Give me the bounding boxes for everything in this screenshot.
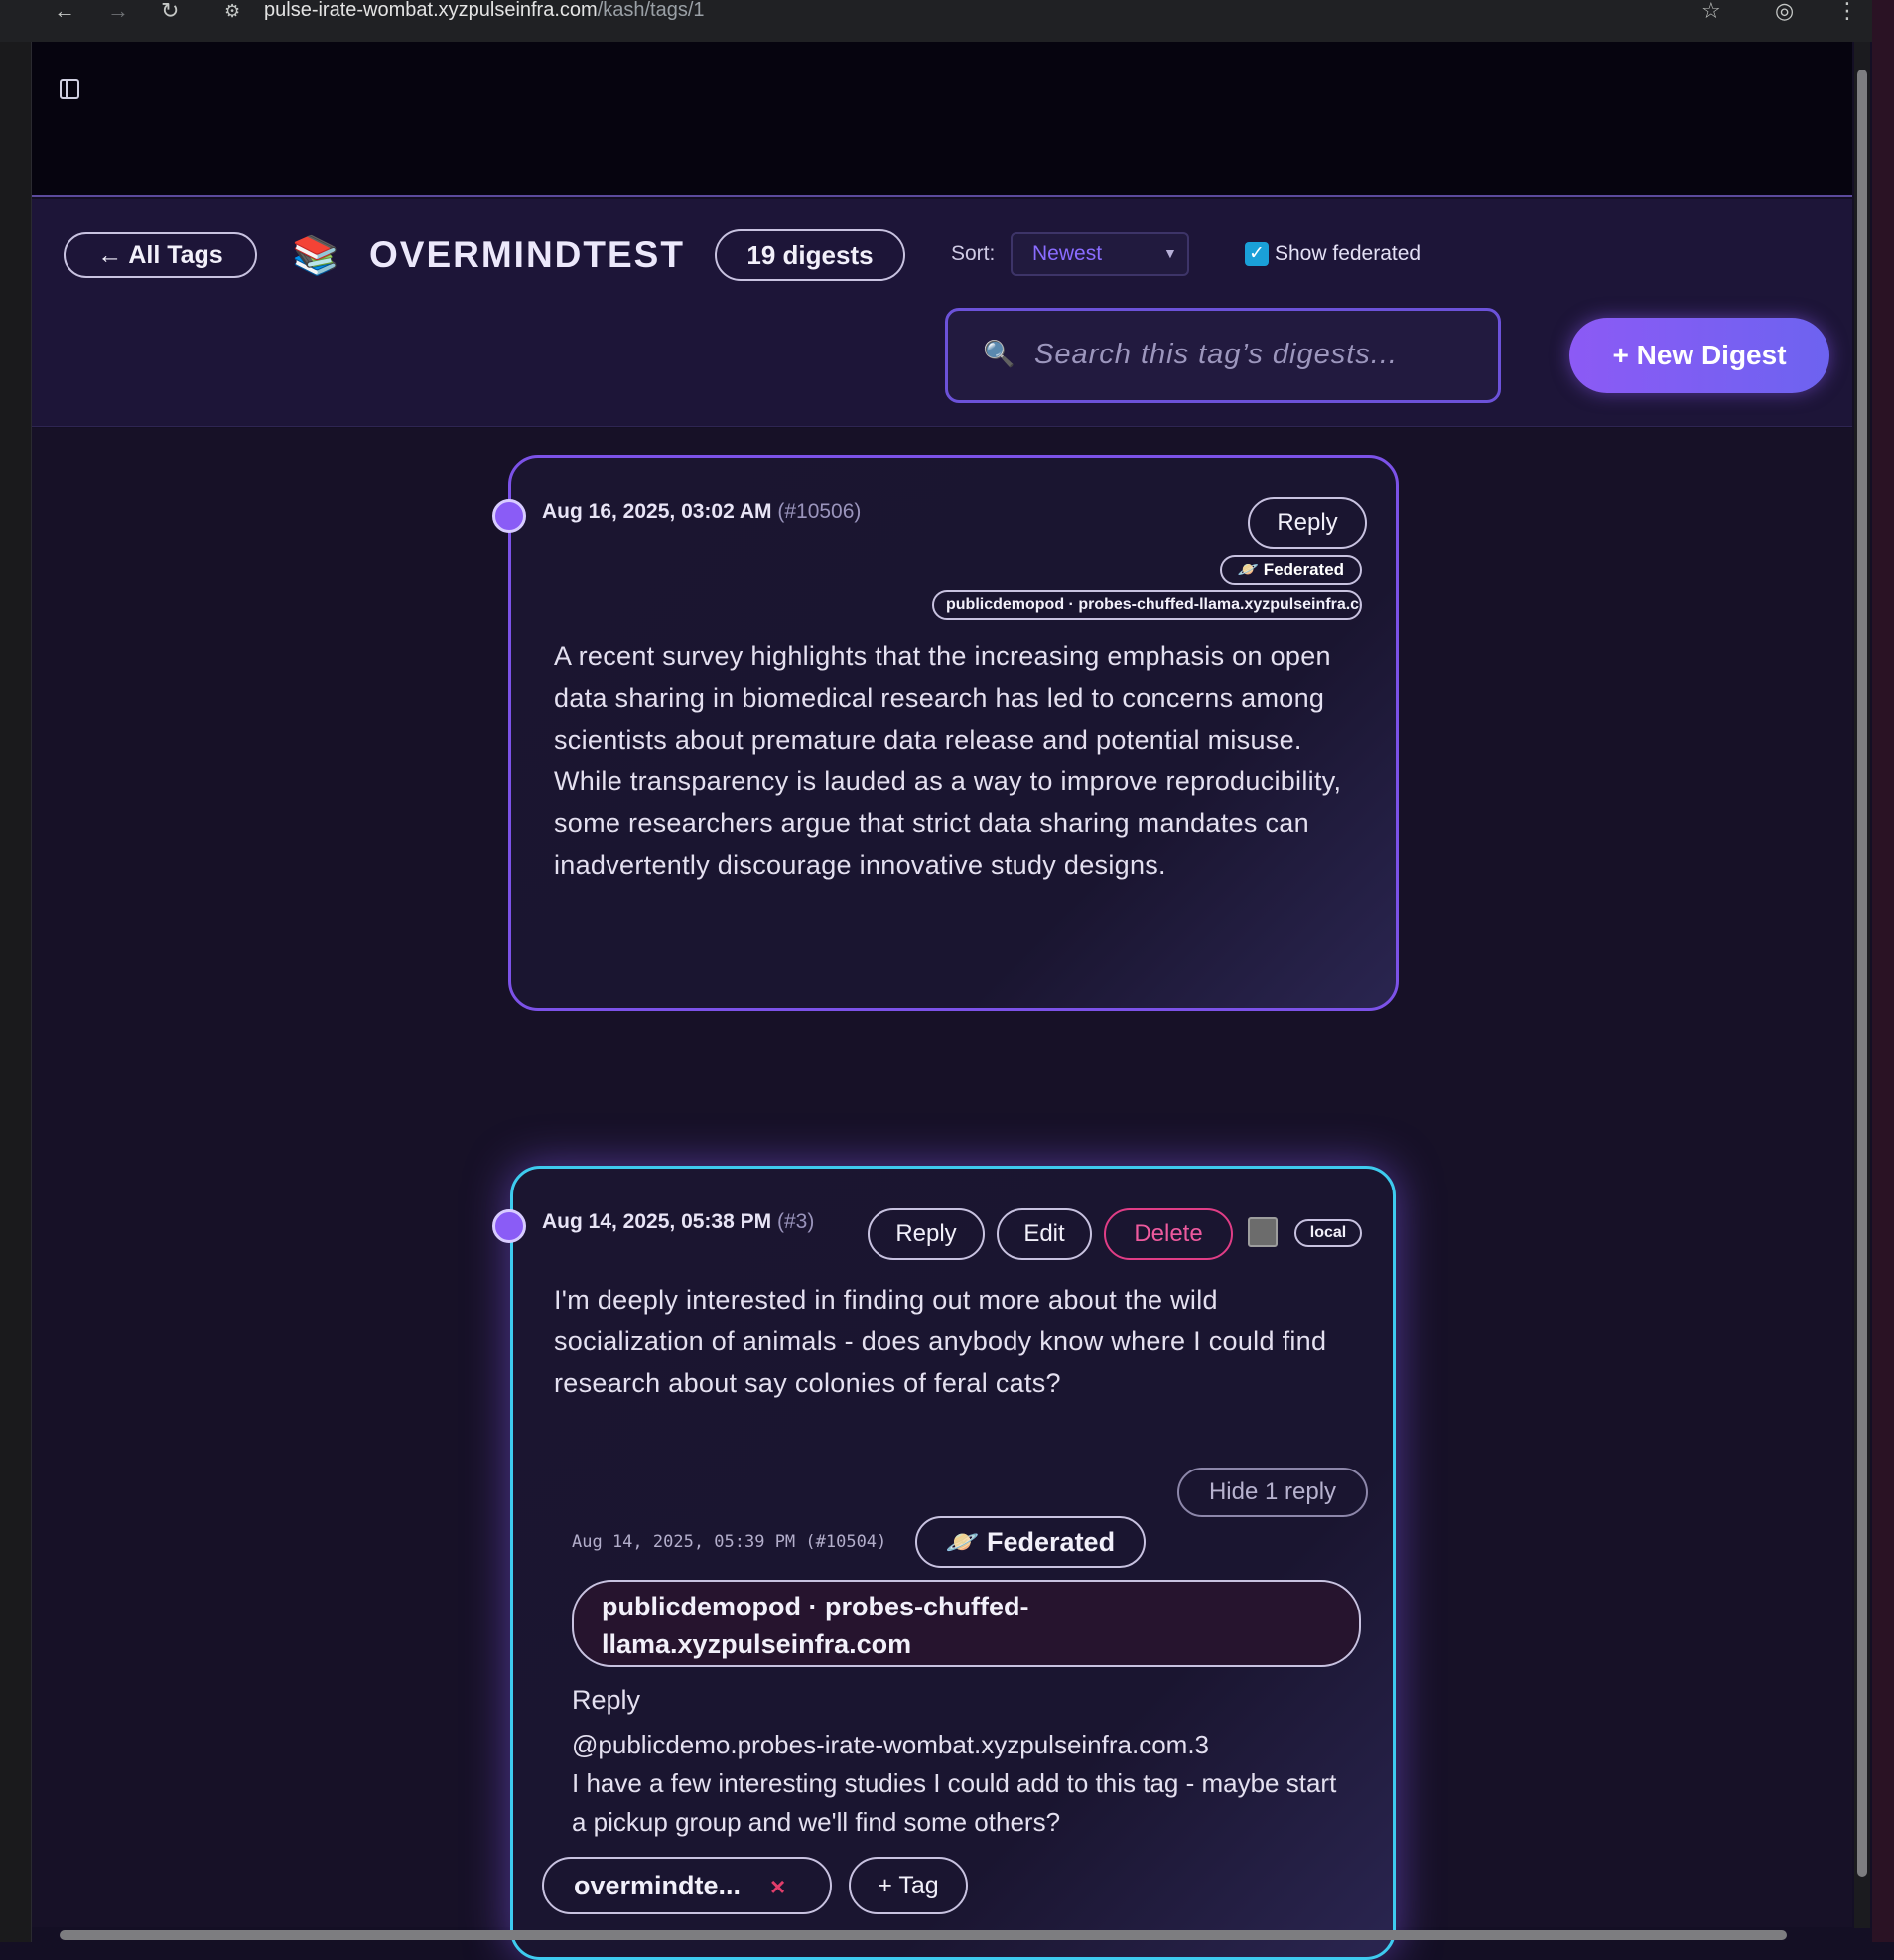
forward-arrow-icon[interactable]: → [107,0,129,22]
digest-id: (#3) [776,1210,815,1233]
add-tag-button[interactable]: + Tag [849,1857,968,1914]
reply-label: Reply [572,1685,641,1715]
sort-select[interactable]: Newest [1011,232,1189,276]
edit-button[interactable]: Edit [997,1208,1092,1260]
hide-replies-button[interactable]: Hide 1 reply [1177,1468,1368,1517]
vertical-scrollbar-thumb[interactable] [1857,70,1867,1877]
show-federated-checkbox[interactable]: ✓ [1245,242,1269,266]
new-digest-button[interactable]: + New Digest [1569,318,1829,393]
chevron-down-icon: ▼ [1163,245,1177,261]
profile-icon[interactable]: ◎ [1775,0,1794,22]
reply-button[interactable]: Reply [868,1208,985,1260]
select-checkbox[interactable] [1248,1217,1278,1247]
window-right-edge [1872,0,1894,1942]
app-top-bar [32,42,1852,197]
digest-body: I'm deeply interested in finding out mor… [554,1285,1327,1398]
show-federated-label[interactable]: Show federated [1275,242,1420,266]
digest-id: (#10506) [777,500,862,523]
digest-body: A recent survey highlights that the incr… [554,641,1342,880]
tag-header [32,199,1852,427]
sidebar-toggle-icon[interactable] [60,79,79,99]
digest-count-badge: 19 digests [715,229,905,281]
reply-date: Aug 14, 2025, 05:39 PM (#10504) [572,1532,887,1552]
search-placeholder: Search this tag’s digests... [1034,339,1398,370]
all-tags-button[interactable]: ← All Tags [64,232,257,278]
reload-icon[interactable]: ↻ [161,0,179,22]
kebab-menu-icon[interactable]: ⋮ [1836,0,1858,22]
digest-date: Aug 16, 2025, 03:02 AM (#10506) [542,500,862,523]
reply-origin-pod-badge: publicdemopod · probes-chuffed-llama.xyz… [572,1580,1361,1667]
federated-badge: 🪐 Federated [1220,555,1362,585]
sort-label: Sort: [951,242,996,265]
digest-date: Aug 14, 2025, 05:38 PM (#3) [542,1210,815,1233]
tag-chip[interactable]: overmindte... [542,1857,832,1914]
horizontal-scrollbar-thumb[interactable] [60,1930,1787,1940]
reply-body: @publicdemo.probes-irate-wombat.xyzpulse… [572,1726,1356,1842]
url-host: pulse-irate-wombat.xyzpulseinfra.com [264,0,598,21]
search-icon: 🔍 [983,339,1015,368]
books-icon: 📚 [292,235,339,277]
back-arrow-icon[interactable]: ← [54,0,75,22]
reply-mention[interactable]: @publicdemo.probes-irate-wombat.xyzpulse… [572,1726,1356,1764]
star-icon[interactable]: ☆ [1701,0,1721,22]
delete-button[interactable]: Delete [1104,1208,1233,1260]
site-info-icon[interactable]: ⚙ [224,0,240,22]
url-path: /kash/tags/1 [597,0,705,21]
timeline-dot [492,499,526,533]
reply-text: I have a few interesting studies I could… [572,1768,1337,1837]
reply-button[interactable]: Reply [1248,497,1367,549]
timeline-dot [492,1209,526,1243]
reply-federated-badge: 🪐 Federated [915,1516,1146,1568]
remove-tag-icon[interactable]: × [770,1873,785,1900]
origin-pod-badge: publicdemopod · probes-chuffed-llama.xyz… [932,590,1362,620]
tag-title: OVERMINDTEST [369,234,685,275]
address-bar[interactable]: pulse-irate-wombat.xyzpulseinfra.com/kas… [264,0,705,20]
window-left-edge [0,42,32,1942]
local-badge: local [1294,1219,1362,1247]
